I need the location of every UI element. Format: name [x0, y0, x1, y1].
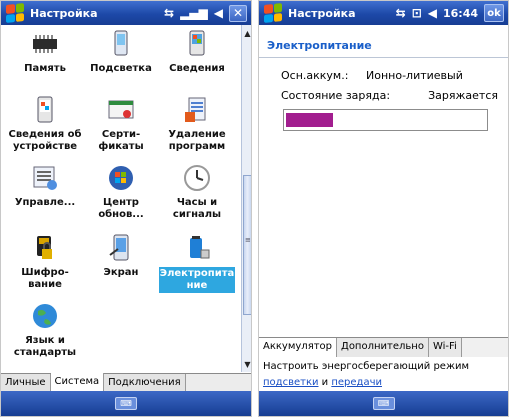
info-icon — [182, 29, 212, 59]
clock-icon — [182, 163, 212, 193]
battery-type-value: Ионно-литиевый — [366, 69, 463, 82]
section-title: Электропитание — [267, 39, 372, 52]
power-saving-text: Настроить энергосберегающий режим — [263, 361, 469, 372]
keyboard-icon[interactable]: ⌨ — [372, 397, 395, 410]
update-center-icon — [106, 163, 136, 193]
links-conjunction: и — [318, 377, 332, 388]
power-tab-1[interactable]: Дополнительно — [337, 338, 429, 357]
settings-item-label: Сведения об устройстве — [8, 129, 82, 152]
scrollbar-thumb[interactable]: ≡ — [243, 175, 251, 315]
battery-type-label: Осн.аккум.: — [281, 69, 349, 82]
volume-icon[interactable]: ◀︎ — [214, 6, 223, 20]
signal-strength-icon[interactable]: ▂▄▆ — [180, 6, 208, 20]
power-settings-screen: Настройка ⇆ ⊡ ◀︎ 16:44 ok Электропитание… — [258, 0, 509, 417]
settings-item-label: Электропита ние — [159, 267, 235, 293]
power-tab-0[interactable]: Аккумулятор — [259, 338, 337, 357]
keyboard-icon[interactable]: ⌨ — [115, 397, 137, 410]
connectivity-icon[interactable]: ⇆ — [396, 6, 406, 20]
right-tab-strip: Аккумулятор Дополнительно Wi-Fi — [259, 337, 508, 357]
settings-item-label: Часы и сигналы — [172, 197, 222, 220]
ok-button[interactable]: ok — [484, 4, 504, 22]
section-divider — [259, 57, 508, 58]
battery-level-bar — [283, 109, 488, 131]
settings-item-12[interactable]: Язык и стандарты — [7, 301, 83, 359]
settings-item-11[interactable]: Электропита ние — [159, 233, 235, 293]
settings-item-label: Центр обнов... — [98, 197, 144, 220]
left-menu-bar: ⌨ — [1, 391, 251, 416]
memory-chip-icon — [30, 29, 60, 59]
certificate-icon — [106, 95, 136, 125]
backlight-link[interactable]: подсветки — [263, 377, 318, 388]
settings-item-2[interactable]: Сведения — [159, 29, 235, 75]
settings-item-label: Подсветка — [90, 63, 152, 74]
right-title-bar: Настройка ⇆ ⊡ ◀︎ 16:44 ok — [259, 1, 508, 25]
settings-item-label: Шифро- вание — [21, 267, 69, 290]
volume-icon[interactable]: ◀︎ — [428, 6, 437, 20]
right-window-title: Настройка — [288, 6, 356, 20]
charge-state-label: Состояние заряда: — [281, 89, 391, 102]
settings-item-0[interactable]: Память — [7, 29, 83, 75]
backlight-phone-icon — [106, 29, 136, 59]
settings-item-5[interactable]: Удаление программ — [159, 95, 235, 153]
clock-text[interactable]: 16:44 — [443, 7, 478, 20]
remove-programs-icon — [182, 95, 212, 125]
left-title-bar: Настройка ⇆ ▂▄▆ ◀︎ ✕ — [1, 1, 251, 25]
battery-level-fill — [286, 113, 333, 127]
settings-item-label: Удаление программ — [168, 129, 226, 152]
power-saving-links: подсветки и передачи — [263, 377, 382, 388]
manage-icon — [30, 163, 60, 193]
encryption-icon — [30, 233, 60, 263]
right-menu-bar: ⌨ — [259, 391, 508, 416]
settings-item-label: Язык и стандарты — [13, 335, 77, 358]
connectivity-icon[interactable]: ⇆ — [164, 6, 174, 20]
tab-1[interactable]: Система — [50, 373, 105, 393]
windows-start-icon[interactable] — [6, 3, 24, 23]
settings-item-label: Экран — [103, 267, 139, 278]
scrollbar-grip-icon: ≡ — [245, 236, 251, 244]
settings-item-8[interactable]: Часы и сигналы — [159, 163, 235, 221]
settings-item-3[interactable]: Сведения об устройстве — [7, 95, 83, 153]
signal-off-icon[interactable]: ⊡ — [412, 6, 422, 20]
charge-state-value: Заряжается — [428, 89, 498, 102]
vertical-scrollbar[interactable]: ▲ ≡ ▼ — [241, 25, 251, 372]
settings-item-10[interactable]: Экран — [83, 233, 159, 279]
windows-start-icon[interactable] — [264, 3, 282, 23]
settings-item-1[interactable]: Подсветка — [83, 29, 159, 75]
transmission-link[interactable]: передачи — [331, 377, 382, 388]
settings-system-screen: Настройка ⇆ ▂▄▆ ◀︎ ✕ Память Подсветка Свед… — [0, 0, 252, 417]
scroll-down-arrow-icon[interactable]: ▼ — [242, 358, 251, 370]
settings-item-6[interactable]: Управле... — [7, 163, 83, 209]
device-info-icon — [30, 95, 60, 125]
power-icon — [182, 233, 212, 263]
globe-icon — [30, 301, 60, 331]
settings-item-7[interactable]: Центр обнов... — [83, 163, 159, 221]
close-icon[interactable]: ✕ — [229, 4, 247, 22]
settings-item-label: Серти- фикаты — [98, 129, 144, 152]
settings-item-4[interactable]: Серти- фикаты — [83, 95, 159, 153]
power-tab-2[interactable]: Wi-Fi — [428, 338, 462, 357]
screen-icon — [106, 233, 136, 263]
left-tab-strip: Личные Система Подключения — [1, 373, 251, 393]
settings-item-label: Память — [24, 63, 66, 74]
settings-item-label: Управле... — [14, 197, 76, 208]
settings-icon-grid: Память Подсветка Сведения Сведения об устро… — [1, 25, 241, 372]
left-window-title: Настройка — [30, 6, 98, 20]
scroll-up-arrow-icon[interactable]: ▲ — [242, 27, 251, 39]
settings-item-9[interactable]: Шифро- вание — [7, 233, 83, 291]
settings-item-label: Сведения — [169, 63, 225, 74]
